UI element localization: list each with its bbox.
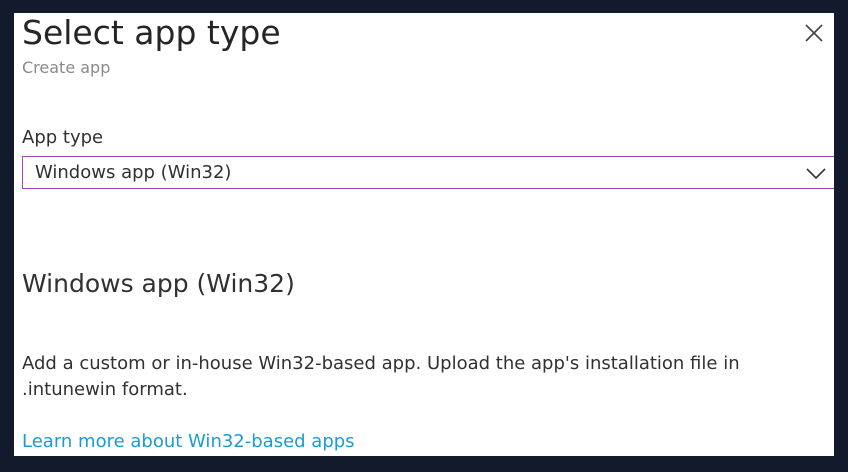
close-icon (805, 24, 823, 42)
app-type-heading: Windows app (Win32) (22, 269, 295, 298)
close-button[interactable] (800, 19, 828, 47)
chevron-down-icon (806, 168, 826, 180)
app-type-description: Add a custom or in-house Win32-based app… (22, 353, 740, 400)
app-type-label: App type (22, 127, 104, 148)
app-type-selected-value: Windows app (Win32) (35, 162, 232, 183)
page-subtitle: Create app (22, 58, 111, 77)
learn-more-link[interactable]: Learn more about Win32-based apps (22, 430, 355, 454)
app-type-dropdown[interactable]: Windows app (Win32) (22, 156, 834, 189)
page-title: Select app type (22, 13, 281, 52)
select-app-type-panel: Select app type Create app App type Wind… (14, 13, 834, 456)
